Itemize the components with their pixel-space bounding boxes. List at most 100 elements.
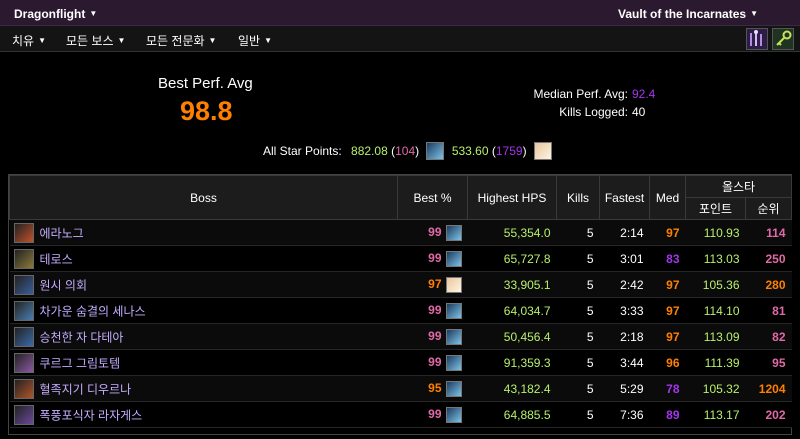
water-spec-icon[interactable] — [445, 380, 462, 397]
boss-cell[interactable]: 원시 의회 — [9, 271, 398, 298]
median: 83 — [649, 245, 686, 272]
highest-hps: 50,456.4 — [467, 323, 557, 350]
star-points-1: 882.08 — [351, 144, 388, 158]
boss-cell[interactable]: 혈족지기 디우르나 — [9, 375, 398, 402]
boss-portrait-icon — [13, 222, 34, 243]
boss-cell[interactable]: 폭풍포식자 라자게스 — [9, 401, 398, 428]
boss-portrait-icon — [13, 326, 34, 347]
highest-hps: 33,905.1 — [467, 271, 557, 298]
boss-cell[interactable]: 차가운 숨결의 세나스 — [9, 297, 398, 324]
kills: 5 — [556, 271, 600, 298]
class-spec-icon[interactable] — [746, 28, 768, 50]
allstar-rank: 81 — [745, 297, 792, 324]
water-spec-icon[interactable] — [445, 328, 462, 345]
fastest: 2:14 — [599, 219, 650, 246]
expansion-dropdown[interactable]: Dragonflight ▼ — [14, 7, 97, 21]
boss-cell[interactable]: 승천한 자 다테아 — [9, 323, 398, 350]
header-points[interactable]: 포인트 — [685, 197, 746, 220]
chevron-down-icon: ▼ — [38, 36, 47, 45]
allstar-rank: 202 — [745, 401, 792, 428]
metric-dropdown[interactable]: 치유 ▼ — [12, 32, 46, 49]
header-kills[interactable]: Kills — [556, 175, 600, 220]
table-row[interactable]: 승천한 자 다테아 99 50,456.4 5 2:18 97 113.09 82 — [9, 323, 792, 350]
water-spec-icon[interactable] — [445, 224, 462, 241]
boss-name[interactable]: 원시 의회 — [40, 278, 88, 292]
median: 97 — [649, 271, 686, 298]
allstar-points: 111.39 — [685, 349, 746, 376]
star-rank-2: 1759 — [495, 144, 523, 158]
best-percent-cell: 99 — [397, 245, 468, 272]
highest-hps: 55,354.0 — [467, 219, 557, 246]
highest-hps: 65,727.8 — [467, 245, 557, 272]
holy-spec-icon[interactable] — [533, 142, 552, 160]
allstar-points: 113.09 — [685, 323, 746, 350]
link-icon[interactable] — [772, 28, 794, 50]
boss-cell[interactable]: 에라노그 — [9, 219, 398, 246]
median: 97 — [649, 219, 686, 246]
best-percent: 99 — [428, 406, 442, 421]
holy-spec-icon[interactable] — [445, 276, 462, 293]
water-spec-icon[interactable] — [445, 250, 462, 267]
boss-name[interactable]: 승천한 자 다테아 — [40, 330, 124, 344]
best-perf-value: 98.8 — [180, 96, 233, 126]
best-perf-label: Best Perf. Avg — [158, 75, 253, 92]
boss-name[interactable]: 폭풍포식자 라자게스 — [40, 408, 143, 422]
table-row[interactable]: 에라노그 99 55,354.0 5 2:14 97 110.93 114 — [9, 219, 792, 246]
boss-name[interactable]: 혈족지기 디우르나 — [40, 382, 132, 396]
zone-dropdown[interactable]: Vault of the Incarnates ▼ — [618, 7, 758, 21]
chevron-down-icon: ▼ — [117, 36, 126, 45]
best-percent-cell: 97 — [397, 271, 468, 298]
allstar-rank: 280 — [745, 271, 792, 298]
boss-name[interactable]: 테로스 — [40, 252, 73, 266]
water-spec-icon[interactable] — [445, 354, 462, 371]
allstar-points: 114.10 — [685, 297, 746, 324]
median-perf-row: Median Perf. Avg: 92.4 — [478, 87, 778, 101]
best-percent: 99 — [428, 302, 442, 317]
table-row[interactable]: 테로스 99 65,727.8 5 3:01 83 113.03 250 — [9, 245, 792, 272]
water-spec-icon[interactable] — [426, 142, 445, 160]
table-row[interactable]: 원시 의회 97 33,905.1 5 2:42 97 105.36 280 — [9, 271, 792, 298]
boss-cell[interactable]: 테로스 — [9, 245, 398, 272]
header-fastest[interactable]: Fastest — [599, 175, 650, 220]
boss-portrait-icon — [13, 378, 34, 399]
fastest: 2:18 — [599, 323, 650, 350]
chevron-down-icon: ▼ — [89, 9, 98, 18]
allstar-points: 110.93 — [685, 219, 746, 246]
median: 96 — [649, 349, 686, 376]
header-med[interactable]: Med — [649, 175, 686, 220]
median: 89 — [649, 401, 686, 428]
best-percent: 97 — [428, 276, 442, 291]
header-boss[interactable]: Boss — [9, 175, 398, 220]
table-row[interactable]: 쿠르그 그림토템 99 91,359.3 5 3:44 96 111.39 95 — [9, 349, 792, 376]
kills: 5 — [556, 401, 600, 428]
difficulty-dropdown[interactable]: 일반 ▼ — [238, 32, 272, 49]
best-percent: 99 — [428, 354, 442, 369]
boss-portrait-icon — [13, 300, 34, 321]
boss-portrait-icon — [13, 274, 34, 295]
header-rank[interactable]: 순위 — [745, 197, 792, 220]
water-spec-icon[interactable] — [445, 406, 462, 423]
spec-filter-dropdown[interactable]: 모든 전문화 ▼ — [146, 32, 216, 49]
boss-filter-dropdown[interactable]: 모든 보스 ▼ — [66, 32, 125, 49]
boss-cell[interactable]: 쿠르그 그림토템 — [9, 349, 398, 376]
water-spec-icon[interactable] — [445, 302, 462, 319]
header-highest-hps[interactable]: Highest HPS — [467, 175, 557, 220]
best-percent: 99 — [428, 328, 442, 343]
all-star-label: All Star Points: — [263, 144, 342, 158]
boss-name[interactable]: 차가운 숨결의 세나스 — [40, 304, 146, 318]
kills: 5 — [556, 375, 600, 402]
table-row[interactable]: 혈족지기 디우르나 95 43,182.4 5 5:29 78 105.32 1204 — [9, 375, 792, 402]
table-row[interactable]: 폭풍포식자 라자게스 99 64,885.5 5 7:36 89 113.17 202 — [9, 401, 792, 428]
boss-name[interactable]: 쿠르그 그림토템 — [40, 356, 121, 370]
allstar-points: 105.36 — [685, 271, 746, 298]
best-percent: 99 — [428, 250, 442, 265]
kills-logged-label: Kills Logged: — [559, 105, 628, 119]
allstar-rank: 250 — [745, 245, 792, 272]
header-best[interactable]: Best % — [397, 175, 468, 220]
chevron-down-icon: ▼ — [750, 9, 758, 18]
star-points-2: 533.60 — [451, 144, 489, 158]
highest-hps: 43,182.4 — [467, 375, 557, 402]
boss-name[interactable]: 에라노그 — [40, 226, 84, 240]
table-row[interactable]: 차가운 숨결의 세나스 99 64,034.7 5 3:33 97 114.10 81 — [9, 297, 792, 324]
highest-hps: 64,885.5 — [467, 401, 557, 428]
